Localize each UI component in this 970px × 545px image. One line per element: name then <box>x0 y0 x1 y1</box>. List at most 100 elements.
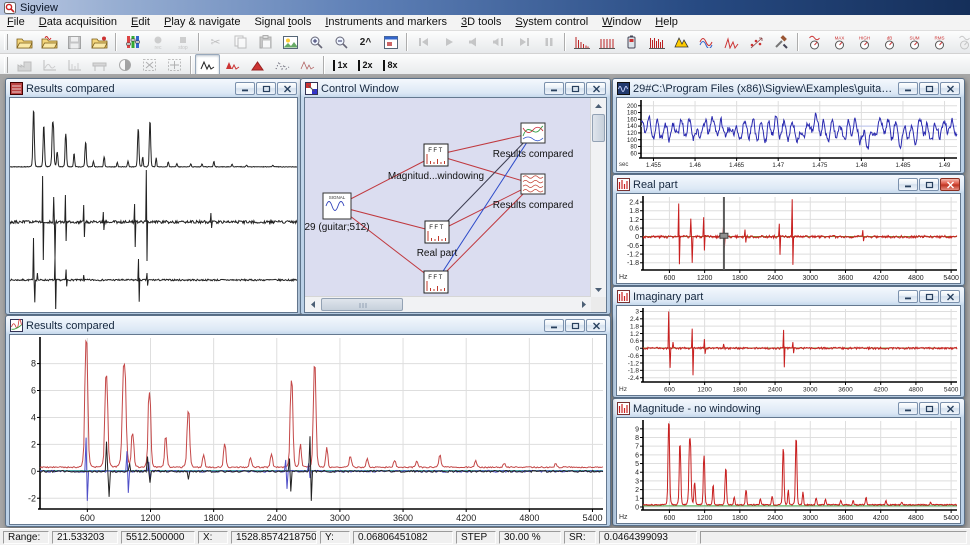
zoom-1x-button[interactable]: 1x <box>328 54 353 76</box>
maximize-button[interactable] <box>919 290 939 303</box>
tools-button[interactable] <box>769 31 794 53</box>
signal-gen-button[interactable] <box>669 31 694 53</box>
copy-button[interactable] <box>228 31 253 53</box>
app-titlebar[interactable]: Sigview <box>0 0 970 15</box>
pause-button[interactable] <box>536 31 561 53</box>
menu-edit[interactable]: Edit <box>124 15 157 30</box>
control-diagram[interactable]: SIGNAL 29 (guitar;512) FFT Magnitud...windo… <box>305 98 591 295</box>
menu-system-control[interactable]: System control <box>508 15 595 30</box>
plot-canvas[interactable]: 600 1200 1800 2400 3000 3600 4200 4800 5400 8 6 4 2 0… <box>10 335 606 522</box>
fft-bars-button[interactable] <box>569 31 594 53</box>
window-titlebar[interactable]: Results compared <box>9 79 298 97</box>
menu-signal-tools[interactable]: Signal tools <box>247 15 318 30</box>
minimize-button[interactable] <box>898 178 918 191</box>
horizontal-scrollbar[interactable] <box>305 296 591 312</box>
plot-canvas[interactable] <box>10 98 297 309</box>
stop-button[interactable]: stop <box>170 31 195 53</box>
window-titlebar[interactable]: Magnitude - no windowing <box>616 399 961 417</box>
style-half-button[interactable] <box>220 54 245 76</box>
window-titlebar[interactable]: Real part <box>616 175 961 193</box>
node-fft3[interactable]: FFT <box>423 270 449 294</box>
style-outline-button[interactable] <box>295 54 320 76</box>
bench-button[interactable] <box>87 54 112 76</box>
minimize-button[interactable] <box>544 82 564 95</box>
horizontal-scroll-thumb[interactable] <box>321 298 403 311</box>
cut-button[interactable]: ✂ <box>203 31 228 53</box>
minimize-button[interactable] <box>544 319 564 332</box>
paste-button[interactable] <box>253 31 278 53</box>
vertical-scroll-thumb[interactable] <box>592 114 605 142</box>
properties-button[interactable] <box>378 31 403 53</box>
plot-canvas[interactable]: 1.455 1.46 1.465 1.47 1.475 1.48 1.485 1.492001… <box>617 98 960 168</box>
factory-button[interactable] <box>12 54 37 76</box>
window-titlebar[interactable]: Results compared <box>9 316 607 334</box>
plot-canvas[interactable]: 600 1200 1800 2400 3000 3600 4200 4800 540032.41… <box>617 306 960 393</box>
save-button[interactable] <box>62 31 87 53</box>
comb-button[interactable] <box>594 31 619 53</box>
open-folder-button[interactable] <box>87 31 112 53</box>
fit-in-button[interactable] <box>137 54 162 76</box>
maximize-button[interactable] <box>565 319 585 332</box>
menu-3d-tools[interactable]: 3D tools <box>454 15 508 30</box>
close-button[interactable] <box>940 290 960 303</box>
maximize-button[interactable] <box>919 402 939 415</box>
toolbar-grip[interactable] <box>4 34 8 50</box>
menu-instruments-and-markers[interactable]: Instruments and markers <box>318 15 454 30</box>
skip-start-button[interactable] <box>411 31 436 53</box>
close-button[interactable] <box>586 319 606 332</box>
fit-out-button[interactable] <box>162 54 187 76</box>
open-signal-button[interactable] <box>37 31 62 53</box>
toolbar-grip[interactable] <box>4 57 8 73</box>
minimize-button[interactable] <box>898 82 918 95</box>
maximize-button[interactable] <box>919 178 939 191</box>
maximize-button[interactable] <box>256 82 276 95</box>
waves-button[interactable] <box>694 31 719 53</box>
scroll-right-icon[interactable] <box>576 297 591 312</box>
gauge-probe-button[interactable] <box>802 31 827 53</box>
axis-x-button[interactable] <box>37 54 62 76</box>
power-two-button[interactable]: 2^ <box>353 31 378 53</box>
skip-end-button[interactable] <box>511 31 536 53</box>
zoom-2x-button[interactable]: 2x <box>353 54 378 76</box>
vertical-scrollbar[interactable] <box>590 98 606 297</box>
half-button[interactable] <box>112 54 137 76</box>
gauge-rms-button[interactable]: RMS <box>927 31 952 53</box>
gauge-high-button[interactable]: HIGH <box>852 31 877 53</box>
menu-play-navigate[interactable]: Play & navigate <box>157 15 247 30</box>
record-button[interactable]: rec <box>145 31 170 53</box>
battery-button[interactable] <box>619 31 644 53</box>
minimize-button[interactable] <box>898 290 918 303</box>
close-button[interactable] <box>940 402 960 415</box>
style-line-button[interactable] <box>195 54 220 76</box>
gauge-sum-button[interactable]: SUM <box>902 31 927 53</box>
minimize-button[interactable] <box>898 402 918 415</box>
menu-file[interactable]: File <box>0 15 32 30</box>
scatter-button[interactable] <box>744 31 769 53</box>
scroll-up-icon[interactable] <box>591 98 606 113</box>
plot-canvas[interactable]: 600 1200 1800 2400 3000 3600 4200 4800 54002.41.… <box>617 194 960 281</box>
axis-y-button[interactable] <box>62 54 87 76</box>
close-button[interactable] <box>586 82 606 95</box>
close-button[interactable] <box>940 82 960 95</box>
scroll-down-icon[interactable] <box>591 282 606 297</box>
menu-window[interactable]: Window <box>595 15 648 30</box>
gauge-wave-button[interactable] <box>952 31 970 53</box>
sound-button[interactable] <box>461 31 486 53</box>
menu-help[interactable]: Help <box>648 15 685 30</box>
style-dots-button[interactable] <box>270 54 295 76</box>
zoom-8x-button[interactable]: 8x <box>378 54 403 76</box>
scroll-left-icon[interactable] <box>305 297 320 312</box>
play-button[interactable] <box>436 31 461 53</box>
mixer-button[interactable] <box>120 31 145 53</box>
maximize-button[interactable] <box>919 82 939 95</box>
menu-data-acquisition[interactable]: Data acquisition <box>32 15 124 30</box>
sound-next-button[interactable] <box>486 31 511 53</box>
open-file-button[interactable] <box>12 31 37 53</box>
style-filled-button[interactable] <box>245 54 270 76</box>
close-button[interactable] <box>277 82 297 95</box>
maximize-button[interactable] <box>565 82 585 95</box>
zoom-in-button[interactable] <box>303 31 328 53</box>
close-button[interactable] <box>940 178 960 191</box>
window-titlebar[interactable]: Imaginary part <box>616 287 961 305</box>
gauge-db-button[interactable]: dB <box>877 31 902 53</box>
